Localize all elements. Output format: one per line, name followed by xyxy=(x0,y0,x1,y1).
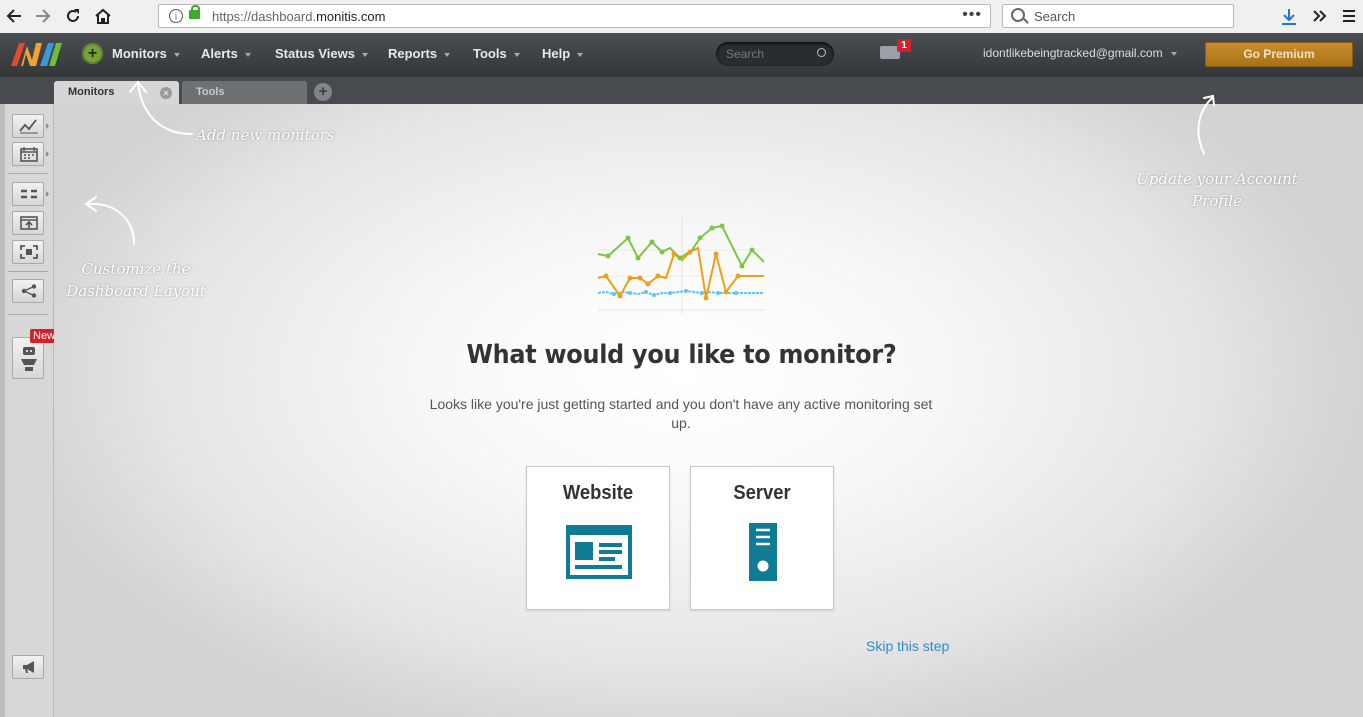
menu-reports[interactable]: Reports xyxy=(388,46,451,61)
layout-icon[interactable] xyxy=(12,182,44,206)
menu-alerts[interactable]: Alerts xyxy=(201,46,251,61)
expand-arrow-icon xyxy=(46,151,49,157)
chevron-down-icon xyxy=(173,52,180,57)
share-icon[interactable] xyxy=(12,279,44,303)
chevron-down-icon xyxy=(444,52,451,57)
hint-customize-layout: Customize the Dashboard Layout xyxy=(58,258,214,302)
download-icon[interactable] xyxy=(1281,8,1297,31)
app-search-input[interactable]: Search xyxy=(716,42,834,66)
go-premium-button[interactable]: Go Premium xyxy=(1205,42,1353,67)
search-icon xyxy=(817,48,826,57)
toolbar-divider xyxy=(8,173,48,174)
megaphone-icon[interactable] xyxy=(12,655,44,679)
menu-tools[interactable]: Tools xyxy=(473,46,520,61)
add-monitor-icon[interactable]: + xyxy=(82,43,103,64)
app-search-placeholder: Search xyxy=(726,47,765,61)
browser-search-input[interactable]: Search xyxy=(1002,4,1234,28)
skip-step-link[interactable]: Skip this step xyxy=(866,638,949,654)
chevron-down-icon xyxy=(1170,51,1177,56)
chevron-down-icon xyxy=(361,52,368,57)
expand-arrow-icon xyxy=(46,191,49,197)
website-option-card[interactable]: Website xyxy=(526,466,670,610)
info-icon[interactable]: i xyxy=(169,9,183,23)
hint-account-line2: Profile xyxy=(1192,192,1242,210)
account-menu[interactable]: idontlikebeingtracked@gmail.com xyxy=(983,46,1177,60)
robot-icon[interactable] xyxy=(12,337,44,379)
website-option-label: Website xyxy=(562,482,634,504)
page-actions-icon[interactable]: ••• xyxy=(962,6,982,24)
graph-icon[interactable] xyxy=(12,114,44,138)
url-text: https://dashboard.monitis.com xyxy=(212,9,386,24)
add-widget-icon[interactable] xyxy=(12,211,44,235)
hint-customize-line2: Dashboard Layout xyxy=(66,282,206,300)
overflow-chevron-icon[interactable] xyxy=(1312,9,1328,28)
expand-arrow-icon xyxy=(46,123,49,129)
search-icon xyxy=(1011,8,1025,22)
website-icon xyxy=(566,525,632,579)
page-title: What would you like to monitor? xyxy=(466,340,897,370)
home-icon[interactable] xyxy=(93,6,113,26)
calendar-icon[interactable] xyxy=(12,142,44,166)
reload-icon[interactable] xyxy=(63,6,83,26)
menu-help[interactable]: Help xyxy=(542,46,584,61)
server-icon xyxy=(749,523,777,581)
hamburger-menu-icon[interactable] xyxy=(1342,9,1356,28)
url-bar[interactable]: i https://dashboard.monitis.com ••• xyxy=(158,4,991,28)
browser-search-placeholder: Search xyxy=(1034,9,1076,24)
left-toolbar-edge xyxy=(0,104,5,717)
page-subtitle: Looks like you're just getting started a… xyxy=(429,396,933,431)
monitis-logo[interactable] xyxy=(10,40,62,68)
account-arrow-icon xyxy=(1197,94,1215,155)
fullscreen-icon[interactable] xyxy=(12,240,44,264)
customize-arrow-icon xyxy=(84,196,135,245)
monitoring-graph-illustration xyxy=(597,216,766,314)
add-tab-icon[interactable]: + xyxy=(314,83,332,101)
menu-status-views[interactable]: Status Views xyxy=(275,46,368,61)
server-option-card[interactable]: Server xyxy=(690,466,834,610)
forward-icon[interactable] xyxy=(33,6,53,26)
toolbar-divider xyxy=(8,271,48,272)
toolbar-divider xyxy=(8,314,48,315)
menu-monitors[interactable]: Monitors xyxy=(112,46,180,61)
lock-icon xyxy=(189,5,200,19)
chevron-down-icon xyxy=(513,52,520,57)
hint-add-monitors: Add new monitors xyxy=(196,126,335,144)
hint-update-account: Update your Account Profile xyxy=(1128,168,1306,212)
hint-customize-line1: Customize the xyxy=(81,260,191,278)
notification-badge: 1 xyxy=(897,39,911,52)
back-icon[interactable] xyxy=(4,6,24,26)
hint-account-line1: Update your Account xyxy=(1136,170,1298,188)
server-option-label: Server xyxy=(733,482,791,504)
chevron-down-icon xyxy=(577,52,584,57)
chevron-down-icon xyxy=(244,52,251,57)
